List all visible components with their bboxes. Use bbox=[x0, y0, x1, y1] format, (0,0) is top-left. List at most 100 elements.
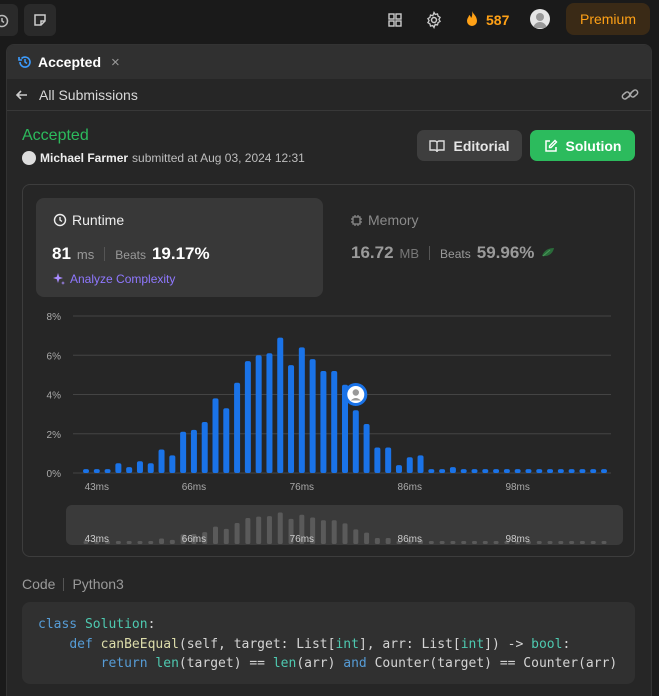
code-token: int bbox=[460, 636, 485, 652]
premium-button[interactable]: Premium bbox=[566, 3, 650, 35]
all-submissions-bar[interactable]: All Submissions bbox=[7, 79, 651, 111]
code-token: Solution bbox=[84, 617, 148, 632]
overview-bar bbox=[493, 541, 499, 544]
runtime-bar bbox=[374, 447, 381, 473]
overview-bar bbox=[115, 541, 121, 544]
overview-bar bbox=[266, 516, 272, 544]
runtime-bar bbox=[136, 461, 143, 473]
streak-counter[interactable]: 587 bbox=[464, 9, 509, 31]
code-token: return bbox=[100, 656, 148, 671]
code-token: len bbox=[155, 656, 179, 671]
code-token: : bbox=[147, 617, 156, 632]
overview-tick-label: 66ms bbox=[182, 534, 206, 545]
settings-button[interactable] bbox=[424, 10, 444, 30]
alarm-clock-button[interactable] bbox=[0, 4, 18, 36]
book-icon bbox=[429, 139, 446, 152]
runtime-bar bbox=[493, 469, 500, 473]
runtime-bar bbox=[169, 455, 176, 473]
y-tick-label: 0% bbox=[47, 469, 62, 480]
code-token: len bbox=[272, 656, 297, 671]
overview-bar bbox=[450, 541, 456, 544]
overview-bar bbox=[482, 541, 488, 544]
runtime-bar bbox=[471, 469, 478, 473]
overview-bar bbox=[353, 529, 359, 544]
overview-bar bbox=[256, 516, 262, 544]
runtime-bar bbox=[298, 347, 305, 473]
runtime-bar bbox=[309, 359, 316, 473]
runtime-bar bbox=[590, 469, 597, 473]
fire-icon bbox=[467, 11, 477, 26]
runtime-bar bbox=[439, 469, 446, 473]
code-line: return len(target) == len(arr) and Count… bbox=[38, 654, 619, 674]
runtime-bar bbox=[83, 469, 89, 473]
arrow-left-icon[interactable] bbox=[15, 88, 29, 102]
runtime-bar bbox=[363, 423, 370, 473]
submitter-name[interactable]: Michael Farmer bbox=[40, 151, 128, 165]
code-token: (target) == bbox=[178, 656, 273, 671]
code-label: Code bbox=[22, 576, 56, 592]
runtime-bar bbox=[547, 469, 554, 473]
solution-button[interactable]: Solution bbox=[530, 130, 635, 161]
all-submissions-link[interactable]: All Submissions bbox=[39, 87, 138, 103]
tab-accepted[interactable]: Accepted bbox=[38, 54, 101, 70]
marker-avatar-head bbox=[352, 389, 359, 396]
runtime-bar bbox=[385, 447, 392, 473]
x-tick-label: 76ms bbox=[290, 482, 314, 493]
note-icon bbox=[34, 14, 46, 26]
runtime-bar bbox=[180, 431, 187, 473]
y-tick-label: 8% bbox=[47, 312, 62, 323]
submission-panel: Accepted × All Submissions Accepted Mich… bbox=[6, 44, 652, 696]
runtime-bar bbox=[395, 465, 402, 473]
close-tab-icon[interactable]: × bbox=[111, 54, 120, 71]
runtime-bar bbox=[449, 467, 456, 473]
runtime-bar bbox=[406, 457, 413, 473]
code-token: (self, target: List[ bbox=[178, 636, 336, 652]
note-button[interactable] bbox=[24, 4, 56, 36]
runtime-bar bbox=[223, 408, 230, 473]
tab-bar: Accepted × bbox=[7, 45, 651, 79]
runtime-bar bbox=[482, 469, 489, 473]
code-token: bool bbox=[531, 636, 563, 652]
overview-bar bbox=[461, 541, 467, 544]
code-token: Counter(target) == Counter(arr) bbox=[366, 656, 618, 671]
layout-grid-button[interactable] bbox=[385, 10, 405, 30]
performance-card: Runtime 81 ms Beats 19.17% Analyze Compl… bbox=[22, 184, 635, 557]
x-tick-label: 43ms bbox=[85, 482, 109, 493]
link-icon[interactable] bbox=[621, 87, 639, 103]
runtime-bar bbox=[104, 469, 111, 473]
runtime-bar bbox=[568, 469, 575, 473]
user-avatar[interactable] bbox=[530, 9, 550, 29]
overview-tick-label: 43ms bbox=[85, 534, 109, 545]
runtime-distribution-chart[interactable]: 0% 2% 4% 6% 8% 43ms 66ms 76ms 86ms 98ms 43ms 66ms 76… bbox=[23, 185, 634, 556]
y-tick-label: 2% bbox=[47, 430, 62, 441]
runtime-bar bbox=[460, 469, 467, 473]
runtime-bar bbox=[503, 469, 510, 473]
overview-bar bbox=[569, 541, 575, 544]
runtime-bar bbox=[288, 365, 295, 473]
alarm-clock-icon bbox=[0, 14, 9, 28]
code-block[interactable]: class Solution: def canBeEqual(self, tar… bbox=[22, 602, 635, 684]
overview-bar bbox=[428, 541, 434, 544]
overview-bar bbox=[137, 541, 143, 544]
submitted-time: submitted at Aug 03, 2024 12:31 bbox=[132, 151, 305, 165]
code-token: (arr) bbox=[296, 656, 344, 671]
y-tick-label: 6% bbox=[47, 351, 62, 362]
code-token: class bbox=[38, 617, 78, 632]
overview-bar bbox=[547, 541, 553, 544]
overview-bar bbox=[590, 541, 596, 544]
overview-bar bbox=[472, 541, 477, 544]
top-bar: 587 Premium bbox=[0, 0, 659, 40]
layout-grid-icon bbox=[388, 13, 402, 27]
runtime-bar bbox=[126, 467, 133, 473]
editorial-button[interactable]: Editorial bbox=[417, 130, 522, 161]
runtime-bar bbox=[115, 463, 122, 473]
overview-bar bbox=[331, 520, 337, 544]
x-tick-label: 86ms bbox=[398, 482, 422, 493]
overview-tick-label: 76ms bbox=[290, 534, 314, 545]
code-token: ]) -> bbox=[484, 636, 532, 652]
overview-bar bbox=[245, 517, 251, 544]
